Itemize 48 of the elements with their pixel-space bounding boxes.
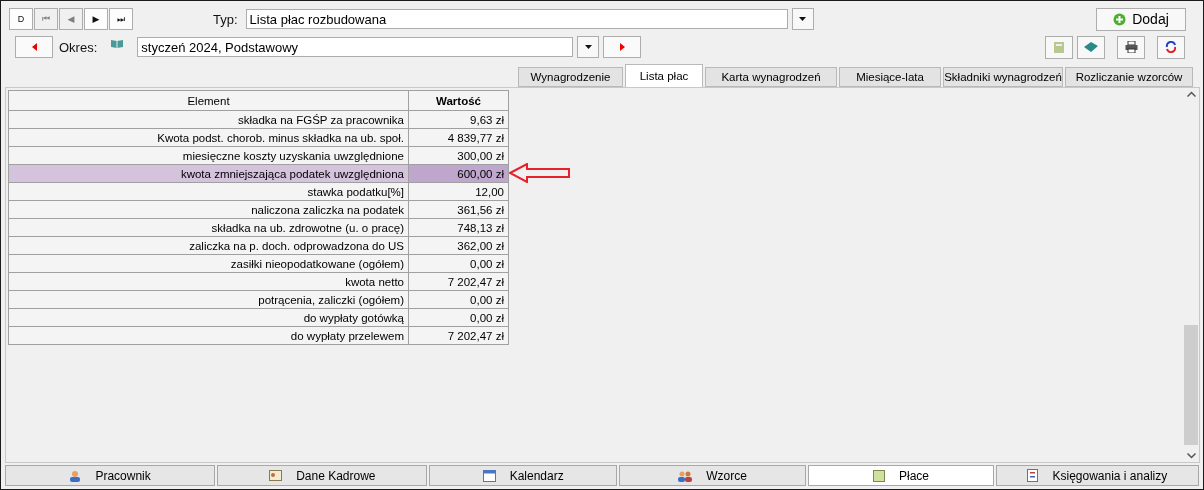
navigation-button[interactable]: ▶ bbox=[84, 8, 108, 30]
tab[interactable]: Rozliczanie wzorców bbox=[1065, 67, 1193, 87]
caret-icon bbox=[799, 17, 807, 21]
bottom-tab[interactable]: Wzorce bbox=[618, 465, 807, 486]
column-header[interactable]: Wartość bbox=[408, 90, 509, 111]
report-icon bbox=[1027, 469, 1039, 482]
refresh-button[interactable] bbox=[1157, 35, 1185, 59]
tab[interactable]: Lista płac bbox=[625, 64, 703, 87]
printer-icon bbox=[1124, 41, 1138, 53]
arrow-drawing bbox=[509, 163, 571, 183]
people-icon bbox=[678, 469, 693, 482]
scrollbar[interactable] bbox=[1183, 88, 1199, 462]
bottom-tab[interactable]: Pracownik bbox=[5, 465, 216, 486]
type-label: Typ: bbox=[213, 11, 238, 27]
tab[interactable]: Miesiące-lata bbox=[839, 67, 941, 87]
type-field[interactable]: Lista płac rozbudowana bbox=[245, 9, 788, 29]
calendar-icon bbox=[482, 469, 496, 482]
bottom-tab[interactable]: Księgowania i analizy bbox=[995, 465, 1199, 486]
next-period-button[interactable] bbox=[603, 36, 642, 58]
scroll-down-icon[interactable] bbox=[1186, 453, 1196, 459]
ledger-icon bbox=[873, 469, 885, 482]
previous-icon bbox=[31, 43, 37, 51]
navigation-button[interactable]: D bbox=[9, 8, 33, 30]
id-card-icon bbox=[269, 470, 283, 481]
plus-icon bbox=[1113, 12, 1127, 26]
column-header[interactable]: Element bbox=[8, 90, 409, 111]
tab[interactable]: Składniki wynagrodzeń bbox=[943, 67, 1063, 87]
bottom-tab[interactable]: Kalendarz bbox=[429, 465, 617, 486]
next-icon bbox=[619, 43, 625, 51]
print-button[interactable] bbox=[1117, 35, 1145, 59]
tab[interactable]: Karta wynagrodzeń bbox=[705, 67, 837, 87]
navigation-button[interactable]: ⏭ bbox=[109, 8, 133, 30]
refresh-icon bbox=[1165, 41, 1177, 53]
calculator-icon bbox=[1054, 41, 1064, 53]
period-label: Okres: bbox=[59, 39, 98, 55]
scrollbar-thumb[interactable] bbox=[1184, 325, 1198, 445]
bottom-tab[interactable]: Płace bbox=[808, 465, 994, 486]
tab[interactable]: Wynagrodzenie bbox=[518, 67, 623, 87]
dropdown-button[interactable] bbox=[577, 36, 600, 58]
previous-period-button[interactable] bbox=[15, 36, 53, 58]
book-button[interactable] bbox=[1077, 35, 1105, 59]
add-button[interactable]: Dodaj bbox=[1096, 7, 1186, 31]
dropdown-button[interactable] bbox=[791, 8, 814, 30]
scroll-up-icon[interactable] bbox=[1186, 91, 1196, 97]
caret-icon bbox=[584, 45, 592, 49]
person-icon bbox=[69, 469, 82, 482]
period-field[interactable]: styczeń 2024, Podstawowy bbox=[137, 37, 574, 57]
bottom-tab[interactable]: Dane Kadrowe bbox=[217, 465, 428, 486]
